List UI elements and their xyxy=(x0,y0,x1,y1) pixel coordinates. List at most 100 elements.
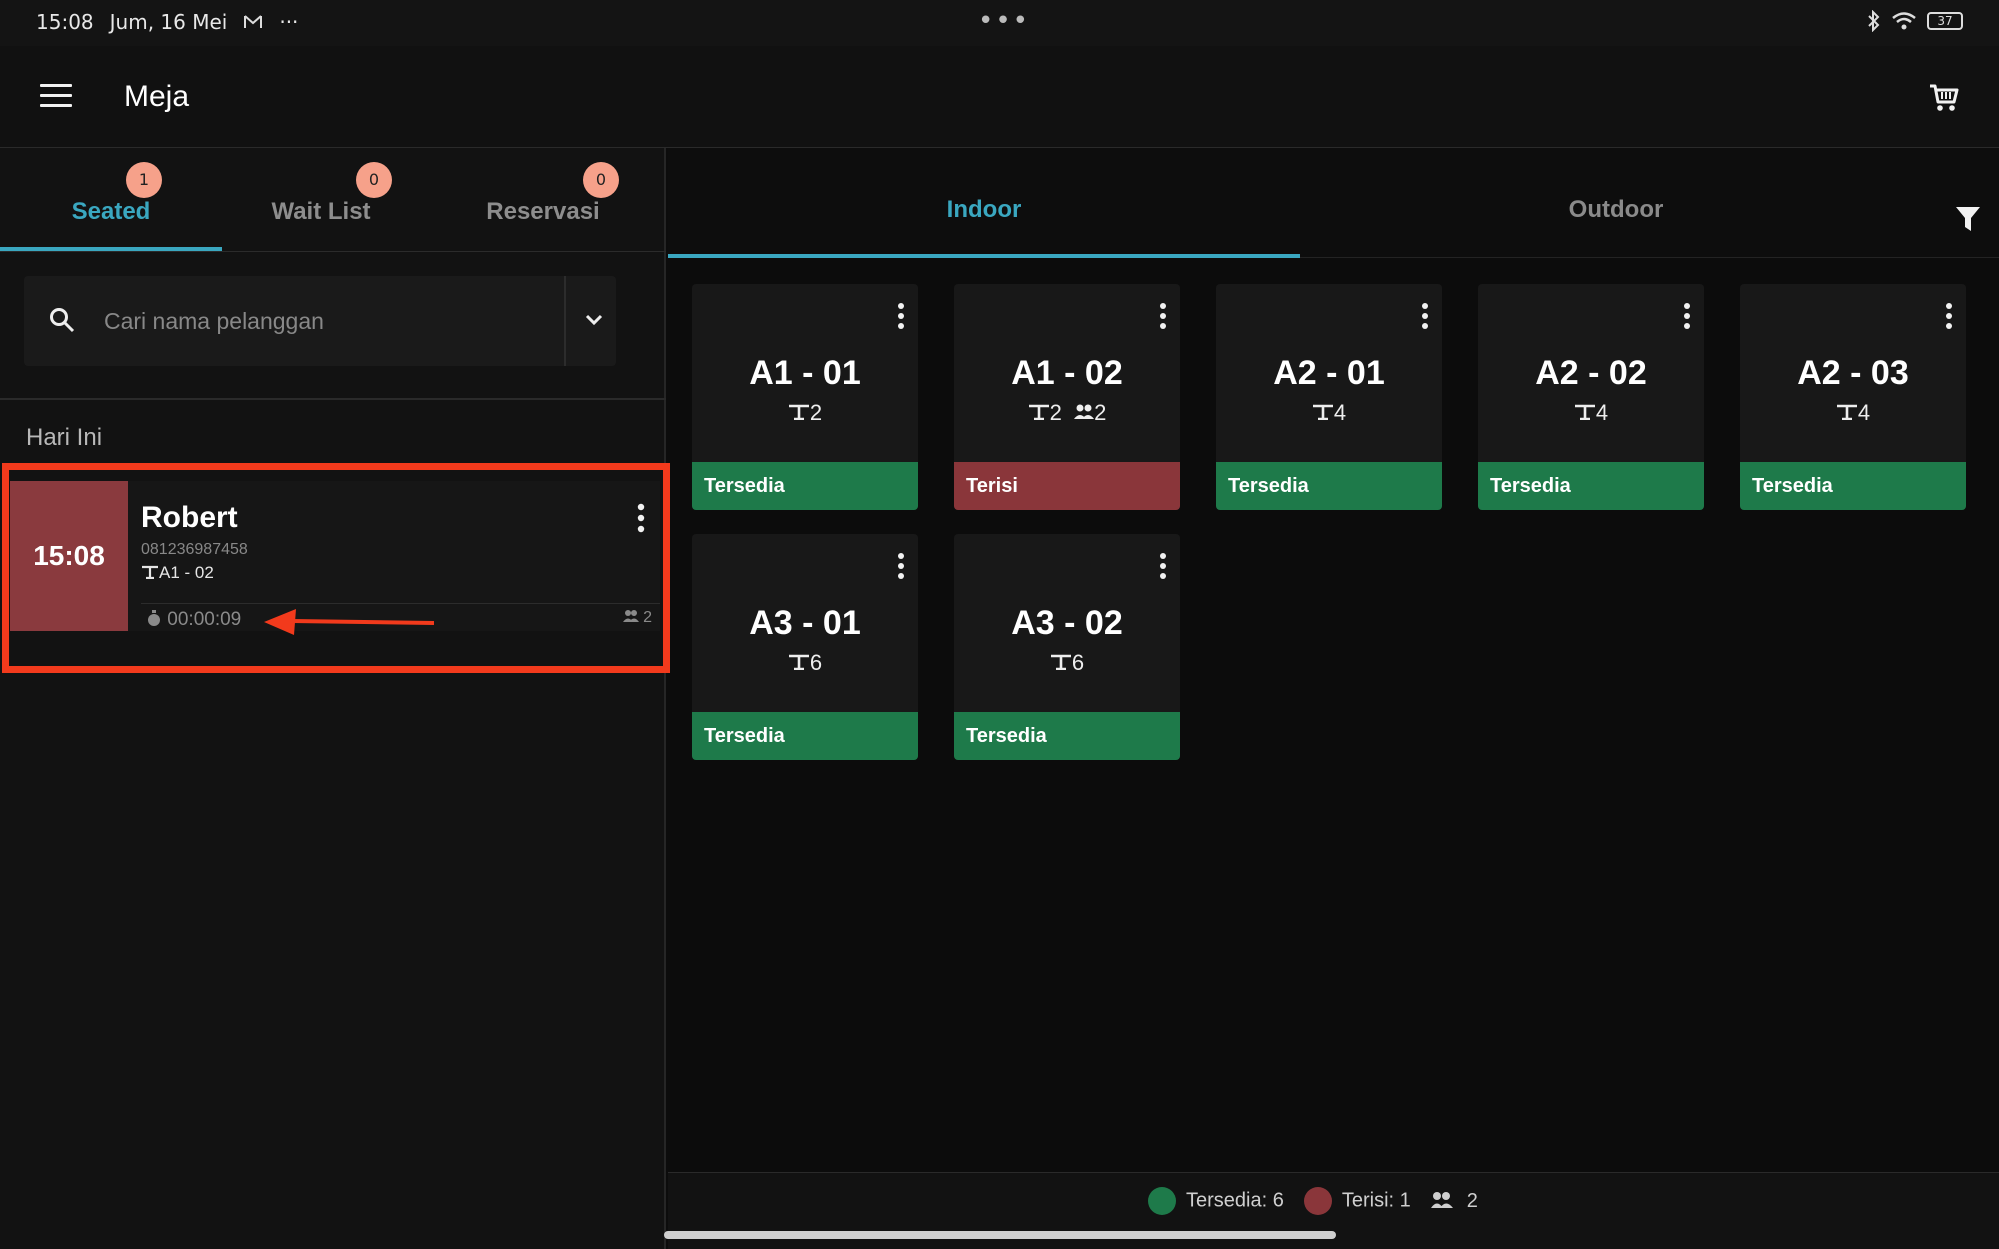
home-indicator[interactable] xyxy=(664,1231,1336,1239)
table-icon xyxy=(1574,404,1595,421)
table-seat-count: 4 xyxy=(1595,400,1609,425)
table-seat-count: 2 xyxy=(1049,400,1062,425)
legend-available: Tersedia: 6 xyxy=(1148,1187,1284,1215)
section-title-today: Hari Ini xyxy=(26,424,103,451)
tab-seated[interactable]: 1 Seated xyxy=(0,148,222,252)
table-name: A3 - 02 xyxy=(1011,604,1123,642)
table-seats: 2 2 xyxy=(954,400,1180,426)
table-seats: 4 xyxy=(1478,400,1704,426)
table-icon xyxy=(1836,404,1857,421)
status-date: Jum, 16 Mei xyxy=(109,10,228,34)
status-badge: Tersedia xyxy=(954,712,1180,760)
table-seats: 4 xyxy=(1740,400,1966,426)
status-badge: Tersedia xyxy=(692,462,918,510)
status-badge: Terisi xyxy=(954,462,1180,510)
available-dot-icon xyxy=(1148,1187,1176,1215)
status-badge: Tersedia xyxy=(1216,462,1442,510)
status-badge: Tersedia xyxy=(692,712,918,760)
left-panel: 1 Seated 0 Wait List 0 Reservasi Hari In… xyxy=(0,148,666,1249)
status-right: 37 xyxy=(1867,10,1963,32)
table-name: A1 - 02 xyxy=(1011,354,1123,392)
table-icon xyxy=(1312,404,1333,421)
more-options-icon[interactable] xyxy=(896,552,906,580)
tab-indicator xyxy=(0,247,222,251)
table-name: A1 - 01 xyxy=(749,354,861,392)
tab-outdoor-label: Outdoor xyxy=(1568,196,1664,223)
tab-seated-label: Seated xyxy=(71,198,151,225)
battery-icon: 37 xyxy=(1927,12,1963,30)
page-title: Meja xyxy=(124,80,190,113)
table-guest-count: 2 xyxy=(1094,400,1107,425)
guests-icon xyxy=(1430,1191,1453,1208)
more-options-icon[interactable] xyxy=(896,302,906,330)
table-card[interactable]: A2 - 02 4 Tersedia xyxy=(1478,284,1704,510)
table-icon xyxy=(1028,404,1049,421)
status-badge: Tersedia xyxy=(1740,462,1966,510)
legend-available-label: Tersedia: 6 xyxy=(1186,1189,1284,1212)
table-card[interactable]: A1 - 01 2 Tersedia xyxy=(692,284,918,510)
table-name: A2 - 03 xyxy=(1797,354,1909,392)
table-seats: 6 xyxy=(954,650,1180,676)
legend-occupied-label: Terisi: 1 xyxy=(1341,1189,1411,1212)
tab-indoor[interactable]: Indoor xyxy=(668,148,1300,258)
more-options-icon[interactable] xyxy=(1682,302,1692,330)
table-icon xyxy=(1050,654,1071,671)
status-time: 15:08 xyxy=(36,10,94,34)
table-seat-count: 2 xyxy=(809,400,823,425)
left-tabs: 1 Seated 0 Wait List 0 Reservasi xyxy=(0,148,666,252)
seated-count-badge: 1 xyxy=(126,162,162,198)
tab-reservasi-label: Reservasi xyxy=(486,198,600,225)
table-name: A3 - 01 xyxy=(749,604,861,642)
search-divider xyxy=(564,276,566,366)
table-card[interactable]: A3 - 01 6 Tersedia xyxy=(692,534,918,760)
legend-guests: 2 xyxy=(1430,1189,1478,1213)
table-seat-count: 4 xyxy=(1333,400,1347,425)
status-center-dots: ••• xyxy=(978,6,1031,36)
table-seat-count: 6 xyxy=(809,650,823,675)
more-notifications-icon: ··· xyxy=(279,10,299,34)
tab-outdoor[interactable]: Outdoor xyxy=(1300,148,1932,258)
tab-reservasi[interactable]: 0 Reservasi xyxy=(432,148,654,252)
more-options-icon[interactable] xyxy=(1420,302,1430,330)
table-name: A2 - 01 xyxy=(1273,354,1385,392)
filter-icon[interactable] xyxy=(1954,204,1982,234)
search-input[interactable] xyxy=(104,296,564,346)
table-seats: 4 xyxy=(1216,400,1442,426)
legend-guests-count: 2 xyxy=(1466,1189,1478,1212)
menu-icon[interactable] xyxy=(40,84,72,108)
legend-occupied: Terisi: 1 xyxy=(1303,1187,1411,1215)
status-bar: 15:08 Jum, 16 Mei ··· ••• 37 xyxy=(0,0,1999,46)
table-seat-count: 6 xyxy=(1071,650,1085,675)
status-badge: Tersedia xyxy=(1478,462,1704,510)
search-icon xyxy=(50,308,75,333)
more-options-icon[interactable] xyxy=(1944,302,1954,330)
tab-indoor-label: Indoor xyxy=(946,196,1022,223)
table-card[interactable]: A2 - 01 4 Tersedia xyxy=(1216,284,1442,510)
table-seat-count: 4 xyxy=(1857,400,1871,425)
area-tab-indicator xyxy=(668,254,1300,258)
section-divider xyxy=(0,398,666,400)
annotation-arrow-icon xyxy=(264,609,434,635)
search-box xyxy=(24,276,616,366)
more-options-icon[interactable] xyxy=(1158,302,1168,330)
cart-icon[interactable] xyxy=(1927,80,1961,114)
table-card[interactable]: A1 - 02 2 2 Terisi xyxy=(954,284,1180,510)
table-card[interactable]: A3 - 02 6 Tersedia xyxy=(954,534,1180,760)
table-seats: 2 xyxy=(692,400,918,426)
table-card[interactable]: A2 - 03 4 Tersedia xyxy=(1740,284,1966,510)
tab-wait-list-label: Wait List xyxy=(271,198,371,225)
table-seats: 6 xyxy=(692,650,918,676)
waitlist-count-badge: 0 xyxy=(356,162,392,198)
table-name: A2 - 02 xyxy=(1535,354,1647,392)
app-bar: Meja xyxy=(0,46,1999,148)
gmail-icon xyxy=(244,15,263,28)
highlight-box xyxy=(2,463,670,673)
table-icon xyxy=(788,404,809,421)
table-icon xyxy=(788,654,809,671)
status-left: 15:08 Jum, 16 Mei ··· xyxy=(36,10,298,34)
tables-grid: A1 - 01 2 Tersedia A1 - 02 2 2 Terisi A2… xyxy=(692,284,1982,764)
more-options-icon[interactable] xyxy=(1158,552,1168,580)
wifi-icon xyxy=(1892,12,1916,30)
tab-wait-list[interactable]: 0 Wait List xyxy=(210,148,432,252)
chevron-down-icon[interactable] xyxy=(580,306,608,334)
